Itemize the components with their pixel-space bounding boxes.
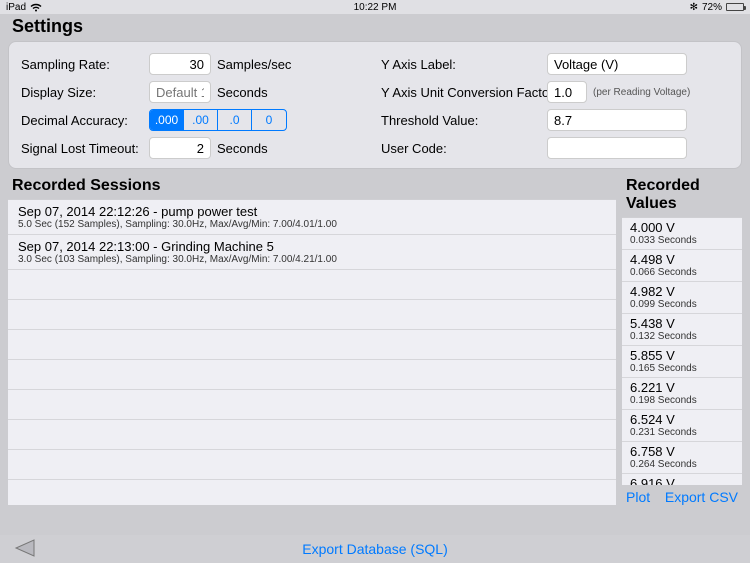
- values-title: Recorded Values: [622, 177, 742, 217]
- back-arrow-icon: [12, 538, 38, 558]
- usercode-label: User Code:: [381, 141, 541, 156]
- session-row-empty: [8, 330, 616, 360]
- y-axis-label-input[interactable]: [547, 53, 687, 75]
- device-name: iPad: [6, 2, 26, 13]
- session-row[interactable]: Sep 07, 2014 22:13:00 - Grinding Machine…: [8, 235, 616, 270]
- value-time: 0.165 Seconds: [630, 363, 734, 374]
- value-reading: 6.524 V: [630, 412, 734, 427]
- display-size-label: Display Size:: [21, 85, 143, 100]
- display-size-input[interactable]: [149, 81, 211, 103]
- values-list[interactable]: 4.000 V0.033 Seconds4.498 V0.066 Seconds…: [622, 217, 742, 485]
- signal-timeout-input[interactable]: [149, 137, 211, 159]
- y-conv-label: Y Axis Unit Conversion Factor:: [381, 85, 541, 100]
- threshold-label: Threshold Value:: [381, 113, 541, 128]
- sampling-rate-label: Sampling Rate:: [21, 57, 143, 72]
- decimal-accuracy-segmented[interactable]: .000 .00 .0 0: [149, 109, 287, 131]
- value-time: 0.132 Seconds: [630, 331, 734, 342]
- value-time: 0.033 Seconds: [630, 235, 734, 246]
- bluetooth-icon: ✻: [690, 2, 698, 13]
- y-axis-label-label: Y Axis Label:: [381, 57, 541, 72]
- settings-panel: Sampling Rate: Samples/sec Display Size:…: [8, 41, 742, 169]
- session-row-empty: [8, 390, 616, 420]
- bottom-toolbar: Export Database (SQL): [0, 535, 750, 563]
- session-row-detail: 5.0 Sec (152 Samples), Sampling: 30.0Hz,…: [18, 219, 606, 230]
- session-row-empty: [8, 420, 616, 450]
- sessions-list[interactable]: Sep 07, 2014 22:12:26 - pump power test …: [8, 199, 616, 505]
- status-bar: iPad 10:22 PM ✻ 72%: [0, 0, 750, 14]
- display-size-unit: Seconds: [217, 85, 268, 100]
- usercode-input[interactable]: [547, 137, 687, 159]
- value-row[interactable]: 4.000 V0.033 Seconds: [622, 218, 742, 250]
- value-row[interactable]: 4.982 V0.099 Seconds: [622, 282, 742, 314]
- page-title: Settings: [0, 14, 750, 41]
- export-db-link[interactable]: Export Database (SQL): [302, 541, 448, 557]
- session-row-empty: [8, 300, 616, 330]
- value-time: 0.066 Seconds: [630, 267, 734, 278]
- y-conv-input[interactable]: [547, 81, 587, 103]
- session-row-empty: [8, 480, 616, 505]
- export-csv-link[interactable]: Export CSV: [665, 489, 738, 505]
- value-reading: 6.758 V: [630, 444, 734, 459]
- sampling-rate-unit: Samples/sec: [217, 57, 291, 72]
- value-reading: 6.916 V: [630, 476, 734, 485]
- threshold-input[interactable]: [547, 109, 687, 131]
- value-row[interactable]: 6.221 V0.198 Seconds: [622, 378, 742, 410]
- value-time: 0.099 Seconds: [630, 299, 734, 310]
- sampling-rate-input[interactable]: [149, 53, 211, 75]
- value-time: 0.231 Seconds: [630, 427, 734, 438]
- decimal-opt-0d[interactable]: .0: [218, 110, 252, 130]
- y-conv-hint: (per Reading Voltage): [593, 87, 690, 98]
- wifi-icon: [30, 3, 42, 12]
- value-reading: 4.982 V: [630, 284, 734, 299]
- clock: 10:22 PM: [354, 2, 397, 13]
- value-row[interactable]: 5.438 V0.132 Seconds: [622, 314, 742, 346]
- decimal-opt-0[interactable]: 0: [252, 110, 286, 130]
- value-reading: 4.000 V: [630, 220, 734, 235]
- value-time: 0.198 Seconds: [630, 395, 734, 406]
- plot-link[interactable]: Plot: [626, 489, 650, 505]
- session-row-title: Sep 07, 2014 22:13:00 - Grinding Machine…: [18, 239, 606, 254]
- value-row[interactable]: 4.498 V0.066 Seconds: [622, 250, 742, 282]
- session-row[interactable]: Sep 07, 2014 22:12:26 - pump power test …: [8, 200, 616, 235]
- battery-icon: [726, 3, 744, 11]
- value-reading: 4.498 V: [630, 252, 734, 267]
- signal-timeout-label: Signal Lost Timeout:: [21, 141, 143, 156]
- session-row-detail: 3.0 Sec (103 Samples), Sampling: 30.0Hz,…: [18, 254, 606, 265]
- value-row[interactable]: 6.758 V0.264 Seconds: [622, 442, 742, 474]
- decimal-accuracy-label: Decimal Accuracy:: [21, 113, 143, 128]
- signal-timeout-unit: Seconds: [217, 141, 268, 156]
- value-row[interactable]: 6.524 V0.231 Seconds: [622, 410, 742, 442]
- back-button[interactable]: [12, 538, 38, 561]
- battery-pct: 72%: [702, 2, 722, 13]
- decimal-opt-00[interactable]: .00: [184, 110, 218, 130]
- sessions-title: Recorded Sessions: [8, 177, 616, 199]
- value-row[interactable]: 5.855 V0.165 Seconds: [622, 346, 742, 378]
- decimal-opt-000[interactable]: .000: [150, 110, 184, 130]
- session-row-empty: [8, 360, 616, 390]
- session-row-empty: [8, 270, 616, 300]
- value-reading: 6.221 V: [630, 380, 734, 395]
- value-time: 0.264 Seconds: [630, 459, 734, 470]
- value-reading: 5.438 V: [630, 316, 734, 331]
- session-row-empty: [8, 450, 616, 480]
- session-row-title: Sep 07, 2014 22:12:26 - pump power test: [18, 204, 606, 219]
- value-row[interactable]: 6.916 V0.297 Seconds: [622, 474, 742, 485]
- value-reading: 5.855 V: [630, 348, 734, 363]
